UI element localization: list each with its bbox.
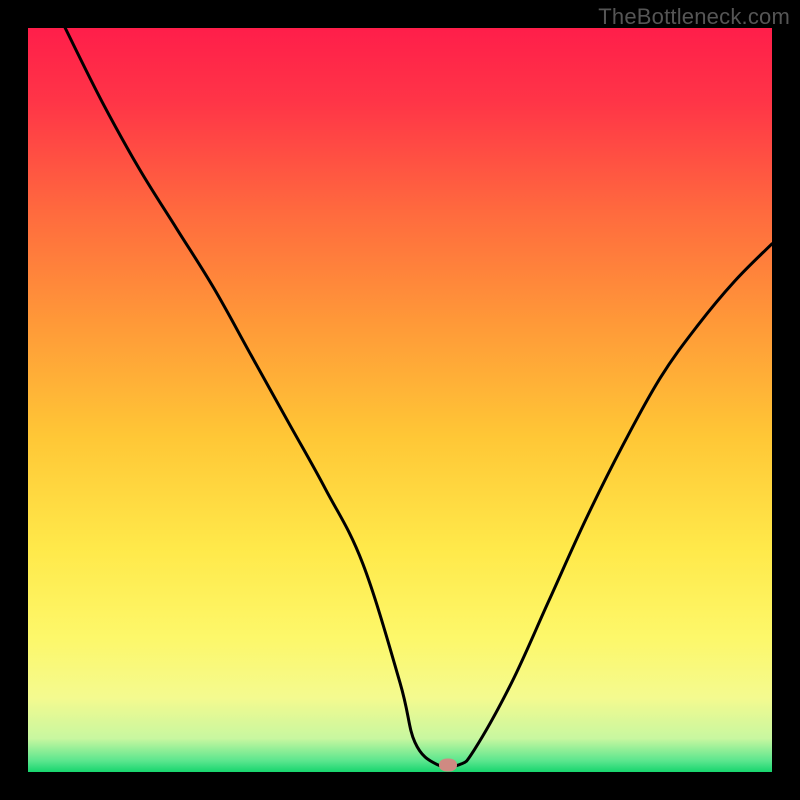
plot-gradient-background	[28, 28, 772, 772]
optimum-marker-icon	[439, 758, 457, 771]
chart-frame: TheBottleneck.com	[0, 0, 800, 800]
watermark-text: TheBottleneck.com	[598, 4, 790, 30]
